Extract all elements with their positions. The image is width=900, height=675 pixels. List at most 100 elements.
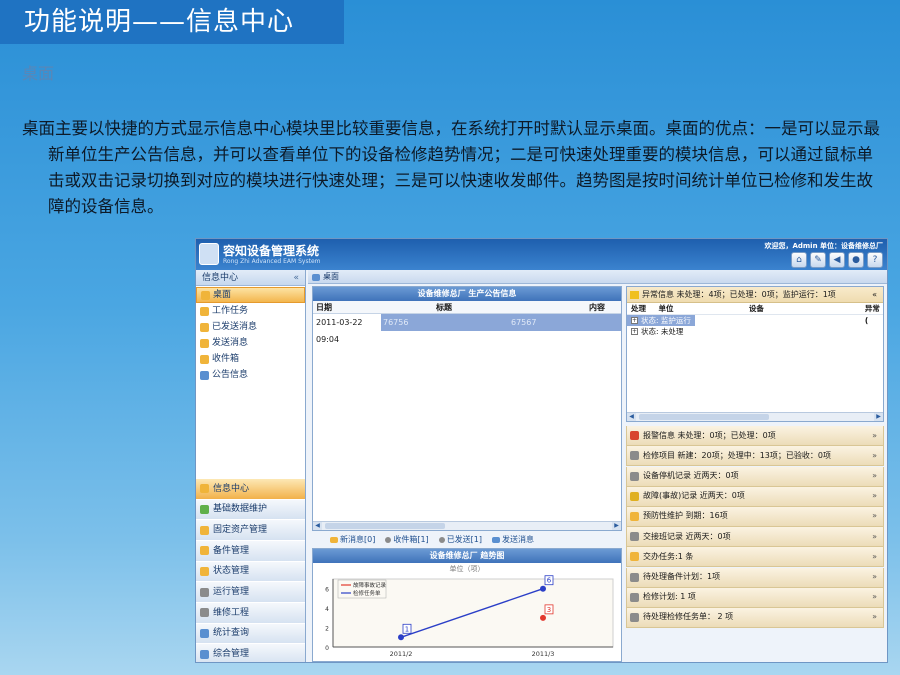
cell-date: 2011-03-22 09:04 <box>316 318 363 344</box>
expand-icon[interactable]: » <box>872 467 877 485</box>
expand-icon[interactable]: » <box>872 548 877 566</box>
module-operation[interactable]: 运行管理 <box>196 581 305 602</box>
col-abnormal: 异常( <box>864 304 880 325</box>
scroll-left-icon[interactable]: ◀ <box>627 413 636 421</box>
module-statistics[interactable]: 统计查询 <box>196 622 305 644</box>
sidebar-item-tasks[interactable]: 工作任务 <box>196 303 305 319</box>
sidebar-item-send[interactable]: 发送消息 <box>196 335 305 351</box>
sidebar-item-label: 公告信息 <box>212 370 249 380</box>
desktop-tab-icon <box>312 273 320 281</box>
scroll-right-icon[interactable]: ▶ <box>874 413 883 421</box>
quick-alarm[interactable]: 报警信息 未处理：0项；已处理：0项 » <box>626 426 884 447</box>
spare-icon <box>200 546 209 556</box>
legend-label: 检修任务单 <box>353 589 381 597</box>
quick-label: 待处理检修任务单： 2 项 <box>643 612 734 622</box>
mail-icon <box>330 536 338 543</box>
abnormal-tree: + 状态: 监护运行 + 状态: 未处理 <box>627 315 883 337</box>
tree-node-monitoring[interactable]: + 状态: 监护运行 <box>627 315 695 326</box>
key-icon[interactable]: ✎ <box>810 252 826 268</box>
x-tick-label: 2011/2 <box>390 650 413 658</box>
module-basic-data[interactable]: 基础数据维护 <box>196 498 305 520</box>
data-point <box>540 585 546 592</box>
quick-assigned-task[interactable]: 交办任务:1 条 » <box>626 547 884 568</box>
module-info-center[interactable]: 信息中心 <box>196 477 305 499</box>
quick-spare-plan[interactable]: 待处理备件计划：1项 » <box>626 567 884 588</box>
quick-label: 交办任务:1 条 <box>643 551 694 561</box>
sidebar-item-inbox[interactable]: 收件箱 <box>196 351 305 367</box>
send-message-link[interactable]: 发送消息 <box>492 534 534 545</box>
app-window: 容知设备管理系统 Rong Zhi Advanced EAM System 欢迎… <box>195 238 888 663</box>
scroll-thumb[interactable] <box>639 414 769 420</box>
quick-repair-items[interactable]: 检修项目 新建：20项；处理中：13项；已验收：0项 » <box>626 446 884 467</box>
expand-icon[interactable]: » <box>872 487 877 505</box>
collapse-icon[interactable]: « <box>872 287 877 303</box>
scroll-left-icon[interactable]: ◀ <box>313 522 322 530</box>
expand-icon[interactable]: » <box>872 447 877 465</box>
col-unit: 单位 <box>658 304 674 313</box>
home-icon[interactable]: ⌂ <box>791 252 807 268</box>
y-tick-label: 6 <box>325 587 329 594</box>
expand-icon[interactable]: » <box>872 568 877 586</box>
slide-title: 功能说明——信息中心 <box>0 0 344 44</box>
expand-icon[interactable]: » <box>872 427 877 445</box>
y-tick-label: 4 <box>325 606 329 613</box>
operation-icon <box>200 587 209 597</box>
slide-subtitle: 桌面 <box>22 64 55 83</box>
sidebar-item-label: 发送消息 <box>212 338 249 348</box>
quick-handover[interactable]: 交接班记录 近两天：0项 » <box>626 527 884 548</box>
sidebar: 信息中心 « 桌面 工作任务 已发送消息 发送消息 收件箱 公告信息 信息中心 … <box>196 270 306 662</box>
quick-preventive[interactable]: 预防性维护 到期：16项 » <box>626 506 884 527</box>
abnormal-scrollbar[interactable]: ◀ ▶ <box>627 412 883 421</box>
trend-chart: 0 2 4 6 2011/2 2011/3 3 故障事故记录 1 6 检修任务单 <box>325 575 614 658</box>
search-icon <box>200 628 209 638</box>
quick-repair-plan[interactable]: 检修计划: 1 项 » <box>626 587 884 608</box>
general-icon <box>200 649 209 659</box>
shutdown-icon <box>630 471 639 481</box>
module-label: 维修工程 <box>213 607 250 618</box>
scroll-right-icon[interactable]: ▶ <box>612 522 621 530</box>
module-general[interactable]: 综合管理 <box>196 643 305 662</box>
mail-bar: 新消息[0] 收件箱[1] 已发送[1] 发送消息 <box>312 532 622 547</box>
sidebar-item-desktop[interactable]: 桌面 <box>196 287 305 303</box>
sidebar-item-sent[interactable]: 已发送消息 <box>196 319 305 335</box>
module-list: 信息中心 基础数据维护 固定资产管理 备件管理 状态管理 运行管理 维修工程 统… <box>196 477 305 662</box>
module-fixed-assets[interactable]: 固定资产管理 <box>196 519 305 540</box>
module-label: 统计查询 <box>213 628 250 639</box>
tree-node-unprocessed[interactable]: + 状态: 未处理 <box>627 326 883 337</box>
notice-scrollbar[interactable]: ◀ ▶ <box>313 521 621 530</box>
module-label: 状态管理 <box>213 566 250 577</box>
tab-bar: 桌面 <box>308 270 887 284</box>
warning-icon <box>630 511 639 521</box>
scroll-thumb[interactable] <box>325 523 445 529</box>
expand-icon[interactable]: » <box>872 507 877 525</box>
new-message-link[interactable]: 新消息[0] <box>330 534 375 545</box>
abnormal-header[interactable]: 异常信息 未处理：4项；已处理：0项；监护运行：1项 « <box>627 287 883 303</box>
data-icon <box>200 504 209 514</box>
sent-link[interactable]: 已发送[1] <box>438 534 482 545</box>
quick-shutdown[interactable]: 设备停机记录 近两天：0项 » <box>626 466 884 487</box>
data-label: 3 <box>547 606 551 614</box>
expand-icon[interactable]: + <box>631 328 638 335</box>
forward-icon[interactable]: ● <box>848 252 864 268</box>
expand-icon[interactable]: » <box>872 588 877 606</box>
tab-desktop[interactable]: 桌面 <box>312 270 339 284</box>
expand-icon[interactable]: » <box>872 528 877 546</box>
expand-icon[interactable]: + <box>631 317 638 324</box>
quick-fault[interactable]: 故障(事故)记录 近两天：0项 » <box>626 486 884 507</box>
help-icon[interactable]: ? <box>867 252 883 268</box>
table-row[interactable]: 2011-03-22 09:04 76756 67567 <box>313 314 621 344</box>
module-maintenance[interactable]: 维修工程 <box>196 601 305 623</box>
app-subtitle: Rong Zhi Advanced EAM System <box>223 258 321 265</box>
collapse-icon[interactable]: « <box>293 270 299 286</box>
back-icon[interactable]: ◀ <box>829 252 845 268</box>
quick-repair-order[interactable]: 待处理检修任务单： 2 项 » <box>626 607 884 628</box>
quick-label: 报警信息 未处理：0项；已处理：0项 <box>643 430 776 440</box>
inbox-link[interactable]: 收件箱[1] <box>385 534 429 545</box>
module-status[interactable]: 状态管理 <box>196 560 305 582</box>
status-icon <box>200 566 209 576</box>
module-spare-parts[interactable]: 备件管理 <box>196 539 305 561</box>
trend-panel-title: 设备维修总厂 趋势图 <box>313 549 621 563</box>
expand-icon[interactable]: » <box>872 608 877 626</box>
sidebar-item-notice[interactable]: 公告信息 <box>196 367 305 383</box>
cell-title: 76756 <box>381 314 509 331</box>
